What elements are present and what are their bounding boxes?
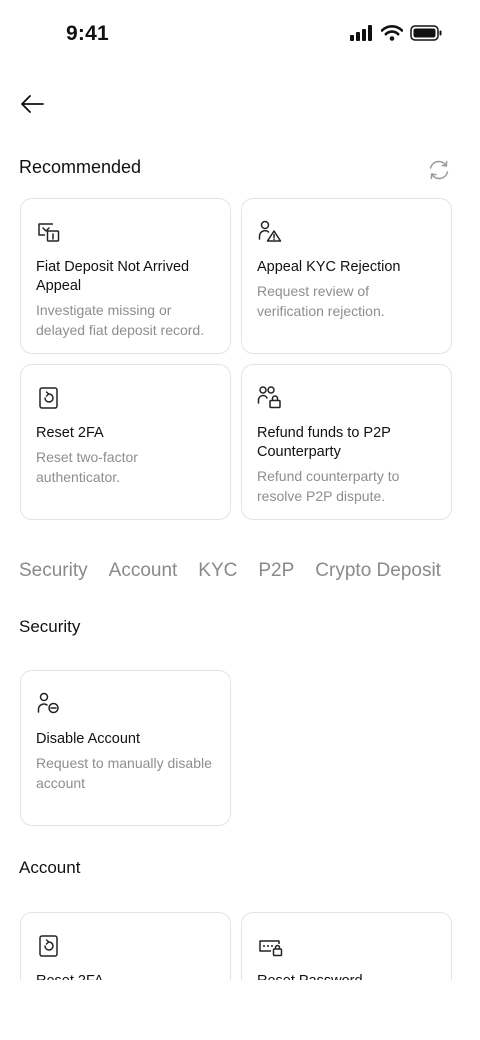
refresh-icon[interactable] — [426, 157, 452, 183]
card-disable-account[interactable]: Disable Account Request to manually disa… — [20, 670, 231, 826]
section-title-security: Security — [19, 617, 81, 636]
card-title: Disable Account — [36, 731, 140, 747]
card-refund-p2p-counterparty[interactable]: Refund funds to P2P Counterparty Refund … — [241, 364, 452, 520]
tab-kyc[interactable]: KYC — [198, 560, 237, 582]
card-description: Reset two-factor authenticator. — [36, 449, 138, 485]
card-description: Refund counterparty to resolve P2P dispu… — [257, 468, 400, 504]
content-scroll-area[interactable]: Recommended Fiat Deposit Not Arrived App… — [0, 0, 480, 980]
reset-2fa-icon — [39, 935, 58, 957]
card-description: Request review of verification rejection… — [257, 283, 385, 319]
card-title: Refund funds to P2P Counterparty — [257, 425, 391, 460]
tab-security[interactable]: Security — [19, 560, 88, 582]
reset-2fa-icon — [39, 387, 58, 409]
card-title: Fiat Deposit Not Arrived Appeal — [36, 259, 190, 294]
card-fiat-deposit-appeal[interactable]: Fiat Deposit Not Arrived Appeal Investig… — [20, 198, 231, 354]
category-tabs[interactable]: Security Account KYC P2P Crypto Deposit — [19, 560, 480, 582]
card-title: Reset Password — [257, 972, 436, 980]
user-warning-icon — [258, 220, 282, 242]
card-reset-password[interactable]: Reset Password — [241, 912, 452, 980]
card-title: Appeal KYC Rejection — [257, 259, 401, 275]
user-disable-icon — [37, 692, 59, 714]
deposit-icon — [38, 223, 60, 242]
card-description: Investigate missing or delayed fiat depo… — [36, 302, 205, 338]
tab-crypto-deposit[interactable]: Crypto Deposit — [315, 560, 441, 582]
card-title: Reset 2FA — [36, 425, 104, 441]
card-reset-2fa-account[interactable]: Reset 2FA — [20, 912, 231, 980]
card-description: Request to manually disable account — [36, 755, 212, 791]
card-appeal-kyc-rejection[interactable]: Appeal KYC Rejection Request review of v… — [241, 198, 452, 354]
tab-account[interactable]: Account — [109, 560, 178, 582]
card-title: Reset 2FA — [36, 972, 215, 980]
card-reset-2fa[interactable]: Reset 2FA Reset two-factor authenticator… — [20, 364, 231, 520]
tab-p2p[interactable]: P2P — [258, 560, 294, 582]
users-lock-icon — [257, 386, 281, 409]
section-title-account: Account — [19, 858, 81, 877]
password-lock-icon — [259, 940, 283, 957]
section-title-recommended: Recommended — [19, 157, 142, 177]
